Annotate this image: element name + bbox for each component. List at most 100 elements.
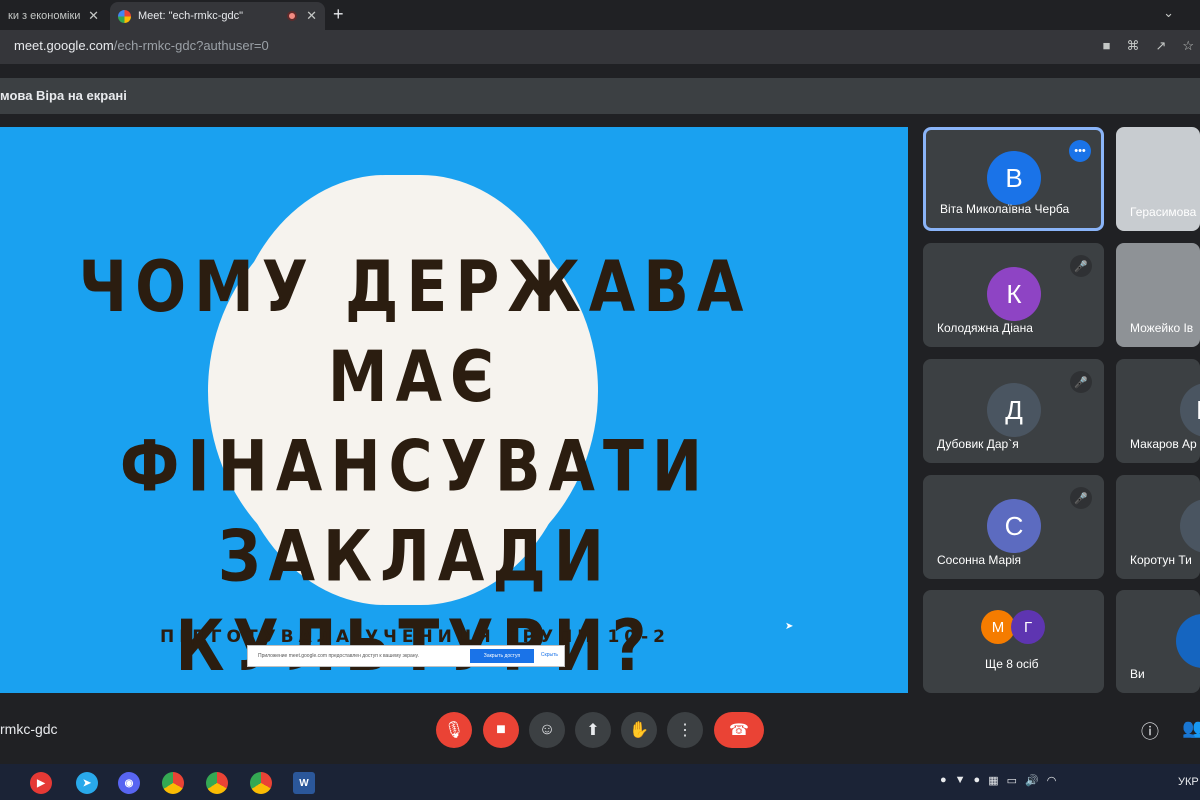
chrome-icon[interactable]	[162, 772, 184, 794]
slide-title-line: ФІНАНСУВАТИ	[119, 425, 711, 509]
participant-tile[interactable]: К 🎤 Колодяжна Діана	[923, 243, 1104, 347]
participant-tile[interactable]: М Макаров Ар	[1116, 359, 1200, 463]
hang-up-icon: ☎	[729, 722, 749, 739]
more-participants-label: Ще 8 осіб	[985, 657, 1039, 671]
slide-title: ЧОМУ ДЕРЖАВА МАЄ ФІНАНСУВАТИ ЗАКЛАДИ КУЛ…	[0, 243, 830, 691]
close-icon[interactable]: ✕	[88, 8, 99, 24]
bookmark-star-icon[interactable]: ☆	[1182, 38, 1194, 54]
mic-off-icon: 🎤	[1070, 487, 1092, 509]
tab-title: ки з економіки	[8, 10, 81, 22]
meeting-controls-bar: rmkc-gdc 🎙 ■ ☺ ⬆ ✋ ⋮ ☎ ⓘ 👥	[0, 700, 1200, 764]
screen-share-notice-text: Приложение meet.google.com предоставлен …	[258, 653, 419, 659]
mouse-cursor-icon: ➤	[785, 621, 794, 632]
participant-tile[interactable]: К Коротун Ти	[1116, 475, 1200, 579]
present-icon: ⬆	[586, 722, 600, 739]
participant-name: Макаров Ар	[1130, 437, 1197, 451]
chrome-tray-icon[interactable]: ●	[974, 774, 981, 787]
hand-icon: ✋	[629, 722, 649, 739]
avatar: Г	[1011, 610, 1045, 644]
participant-name: Коротун Ти	[1130, 553, 1192, 567]
mic-off-icon: 🎙	[443, 722, 465, 739]
camera-icon[interactable]: ■	[1103, 38, 1111, 54]
participant-name: Сосонна Марія	[937, 553, 1022, 567]
screen-share-notice: Приложение meet.google.com предоставлен …	[247, 645, 565, 667]
camera-toggle-button[interactable]: ■	[483, 712, 519, 748]
tab-search-icon[interactable]: ⌄	[1163, 5, 1174, 21]
media-player-icon[interactable]: ▶	[30, 772, 52, 794]
more-vert-icon: ⋮	[677, 722, 693, 739]
participant-name: Можейко Ів	[1130, 321, 1194, 335]
smile-icon: ☺	[538, 721, 556, 738]
presenting-banner: мова Віра на екрані	[0, 78, 1200, 114]
new-tab-button[interactable]: +	[333, 4, 344, 25]
share-icon[interactable]: ↗	[1155, 38, 1166, 54]
avatar: С	[987, 499, 1041, 553]
word-icon[interactable]: W	[293, 772, 315, 794]
participant-name: Колодяжна Діана	[937, 321, 1033, 335]
recording-icon	[287, 11, 297, 21]
folder-icon[interactable]: ▼	[955, 774, 966, 787]
stop-sharing-button[interactable]: Закрыть доступ	[470, 649, 534, 663]
hide-notice-link[interactable]: Скрыть	[541, 652, 558, 658]
reactions-button[interactable]: ☺	[529, 712, 565, 748]
tab-title: Meet: "ech-rmkc-gdc"	[138, 10, 243, 22]
slide-subtitle: ПІДГОТУВАЛА УЧЕНИЦЯ ГРУПИ 10-2	[160, 627, 670, 647]
meeting-code: rmkc-gdc	[0, 721, 58, 737]
url-path: /ech-rmkc-gdc?authuser=0	[113, 38, 269, 53]
chrome-icon[interactable]	[250, 772, 272, 794]
chrome-favicon-icon	[118, 9, 131, 23]
participant-tile[interactable]: С 🎤 Сосонна Марія	[923, 475, 1104, 579]
leave-call-button[interactable]: ☎	[714, 712, 764, 748]
people-icon[interactable]: 👥	[1182, 718, 1200, 739]
chrome-icon[interactable]	[206, 772, 228, 794]
shared-screen: ЧОМУ ДЕРЖАВА МАЄ ФІНАНСУВАТИ ЗАКЛАДИ КУЛ…	[0, 127, 908, 693]
volume-icon[interactable]: 🔊	[1025, 774, 1039, 787]
mic-off-icon: 🎤	[1070, 255, 1092, 277]
translate-icon[interactable]: ⌘	[1126, 38, 1139, 54]
telegram-icon[interactable]: ➤	[76, 772, 98, 794]
slide-title-line: ЧОМУ ДЕРЖАВА МАЄ	[78, 246, 752, 419]
address-bar[interactable]: meet.google.com/ech-rmkc-gdc?authuser=0 …	[0, 30, 1200, 64]
self-tile[interactable]: Ви	[1116, 590, 1200, 693]
separator	[0, 64, 1200, 78]
mic-toggle-button[interactable]: 🎙	[436, 712, 472, 748]
battery-icon[interactable]: ▭	[1007, 774, 1017, 787]
language-indicator[interactable]: УКР	[1178, 776, 1199, 788]
present-screen-button[interactable]: ⬆	[575, 712, 611, 748]
chrome-tray-icon[interactable]: ●	[940, 774, 947, 787]
wifi-icon[interactable]: ◠	[1047, 774, 1057, 787]
url-field[interactable]: meet.google.com/ech-rmkc-gdc?authuser=0	[14, 38, 269, 53]
address-bar-icons: ■ ⌘ ↗ ☆	[1103, 38, 1194, 54]
network-icon[interactable]: ▦	[988, 774, 998, 787]
avatar: К	[987, 267, 1041, 321]
more-participants-tile[interactable]: М Г Ще 8 осіб	[923, 590, 1104, 693]
close-icon[interactable]: ✕	[306, 8, 317, 24]
avatar: М	[981, 610, 1015, 644]
participant-name: Ви	[1130, 667, 1145, 681]
more-options-button[interactable]: ⋮	[667, 712, 703, 748]
browser-tab-bar: ки з економіки ✕ Meet: "ech-rmkc-gdc" ✕ …	[0, 0, 1200, 30]
avatar: В	[987, 151, 1041, 205]
participant-name: Герасимова	[1130, 205, 1197, 219]
participant-video-tile[interactable]: Герасимова	[1116, 127, 1200, 231]
mic-off-icon: 🎤	[1070, 371, 1092, 393]
more-options-icon[interactable]: •••	[1069, 140, 1091, 162]
participant-name: Дубовик Дар`я	[937, 437, 1019, 451]
participant-video-tile[interactable]: Можейко Ів	[1116, 243, 1200, 347]
tab-meet[interactable]: Meet: "ech-rmkc-gdc" ✕	[110, 2, 325, 30]
system-tray: ● ▼ ● ▦ ▭ 🔊 ◠	[940, 774, 1056, 787]
presenting-banner-text: мова Віра на екрані	[0, 88, 127, 103]
os-taskbar: ▶ ➤ ◉ W ● ▼ ● ▦ ▭ 🔊 ◠ УКР	[0, 764, 1200, 800]
avatar	[1176, 614, 1200, 668]
avatar: Д	[987, 383, 1041, 437]
info-icon[interactable]: ⓘ	[1141, 718, 1159, 744]
raise-hand-button[interactable]: ✋	[621, 712, 657, 748]
participant-tile[interactable]: В ••• Віта Миколаївна Черба	[923, 127, 1104, 231]
participant-tile[interactable]: Д 🎤 Дубовик Дар`я	[923, 359, 1104, 463]
avatar: М	[1180, 383, 1200, 437]
url-host: meet.google.com	[14, 38, 114, 53]
camera-off-icon: ■	[496, 721, 506, 738]
tab-economics[interactable]: ки з економіки ✕	[0, 2, 107, 30]
discord-icon[interactable]: ◉	[118, 772, 140, 794]
avatar: К	[1180, 499, 1200, 553]
